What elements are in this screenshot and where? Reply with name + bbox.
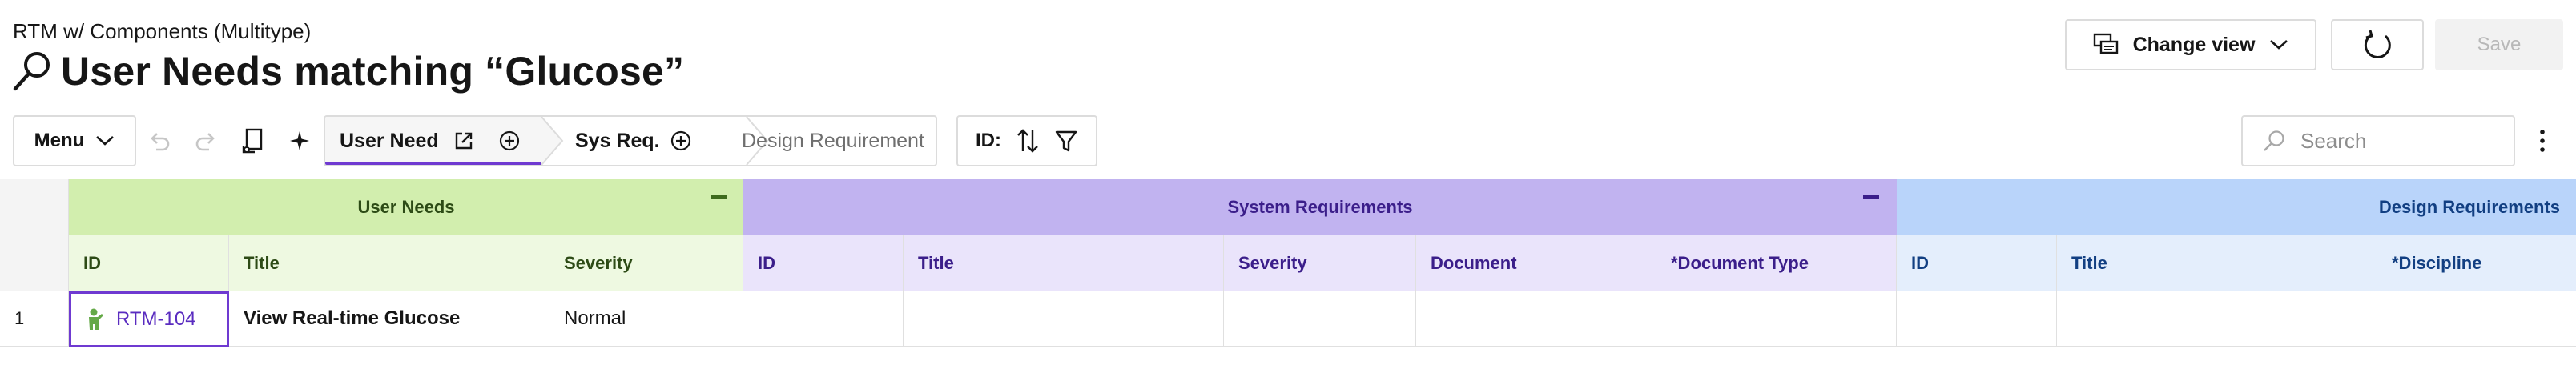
cell-un-id[interactable]: RTM-104 [69, 291, 229, 347]
user-need-icon [89, 308, 103, 330]
cell-design-id[interactable] [1897, 291, 2057, 347]
column-header-sys-severity[interactable]: Severity [1224, 235, 1416, 291]
item-id-link[interactable]: RTM-104 [116, 308, 196, 331]
column-header-un-id[interactable]: ID [69, 235, 229, 291]
change-view-label: Change view [2132, 33, 2256, 56]
report-icon[interactable] [239, 126, 268, 155]
group-header-system-requirements: System Requirements [743, 179, 1897, 235]
group-header-user-needs: User Needs [69, 179, 743, 235]
add-circle-icon[interactable] [670, 130, 692, 152]
column-header-sys-document-type[interactable]: *Document Type [1656, 235, 1897, 291]
breadcrumb-label-sys-req: Sys Req. [575, 130, 660, 152]
column-header-un-severity[interactable]: Severity [549, 235, 743, 291]
column-header-design-discipline[interactable]: *Discipline [2377, 235, 2576, 291]
sparkle-icon[interactable] [285, 126, 314, 155]
refresh-icon [2364, 30, 2391, 58]
open-new-icon[interactable] [453, 130, 474, 151]
undo-icon[interactable] [144, 126, 173, 155]
sort-icon[interactable] [1016, 128, 1040, 154]
menu-button[interactable]: Menu [13, 115, 136, 166]
page-title: User Needs matching “Glucose” [61, 49, 685, 94]
cell-un-severity[interactable]: Normal [549, 291, 743, 347]
row-gutter-header [0, 179, 69, 235]
column-header-sys-title[interactable]: Title [904, 235, 1224, 291]
group-header-design-requirements: Design Requirements [1897, 179, 2576, 235]
collapse-icon[interactable] [1863, 195, 1879, 199]
breadcrumb-label-user-need: User Need [340, 130, 439, 152]
search-icon [2264, 130, 2284, 151]
search-icon [13, 52, 50, 91]
row-gutter-header [0, 235, 69, 291]
breadcrumb: User Need Sys Req. Design Requirement [324, 115, 937, 166]
column-header-sys-document[interactable]: Document [1416, 235, 1656, 291]
sort-label: ID: [976, 130, 1001, 151]
more-options-icon[interactable] [2531, 126, 2554, 155]
filter-icon[interactable] [1054, 129, 1078, 153]
add-circle-icon[interactable] [498, 130, 521, 152]
cell-sys-document[interactable] [1416, 291, 1656, 347]
menu-label: Menu [34, 130, 85, 151]
change-view-button[interactable]: Change view [2065, 19, 2316, 70]
sort-filter-group: ID: [956, 115, 1097, 166]
cell-sys-title[interactable] [904, 291, 1224, 347]
cell-un-title[interactable]: View Real-time Glucose [229, 291, 549, 347]
refresh-button[interactable] [2331, 19, 2424, 70]
breadcrumb-item-design-requirement[interactable]: Design Requirement [742, 130, 924, 153]
redo-icon[interactable] [192, 126, 221, 155]
cell-sys-document-type[interactable] [1656, 291, 1897, 347]
column-header-design-title[interactable]: Title [2057, 235, 2377, 291]
chevron-down-icon [96, 136, 115, 146]
collapse-icon[interactable] [711, 195, 727, 199]
row-number: 1 [0, 291, 69, 347]
column-header-un-title[interactable]: Title [229, 235, 549, 291]
search-box [2241, 115, 2515, 166]
cell-sys-id[interactable] [743, 291, 904, 347]
cell-sys-severity[interactable] [1224, 291, 1416, 347]
cell-design-title[interactable] [2057, 291, 2377, 347]
view-icon [2093, 33, 2118, 54]
column-header-sys-id[interactable]: ID [743, 235, 904, 291]
search-input[interactable] [2300, 128, 2493, 154]
chevron-down-icon [2270, 40, 2288, 50]
page-subtitle: RTM w/ Components (Multitype) [13, 19, 312, 43]
cell-design-discipline[interactable] [2377, 291, 2576, 347]
page-heading: User Needs matching “Glucose” [11, 46, 684, 96]
save-button[interactable]: Save [2435, 19, 2563, 70]
column-header-design-id[interactable]: ID [1897, 235, 2057, 291]
